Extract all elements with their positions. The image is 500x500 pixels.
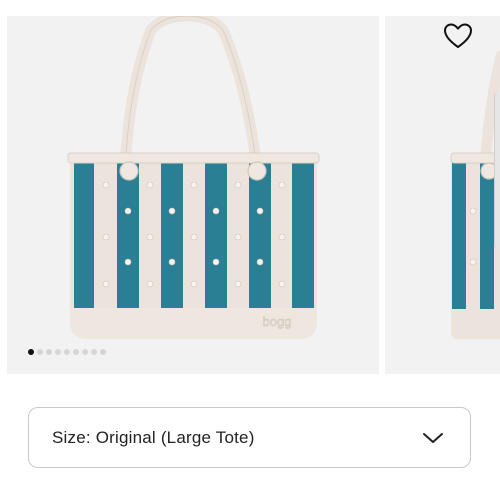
carousel-dot[interactable] (100, 349, 106, 355)
favorite-heart-icon[interactable] (442, 20, 474, 52)
carousel-dot[interactable] (73, 349, 79, 355)
product-image-main[interactable]: bogg (7, 16, 379, 374)
chevron-down-icon (423, 433, 443, 443)
product-image-carousel[interactable]: bogg (0, 0, 500, 375)
carousel-dot[interactable] (91, 349, 97, 355)
product-image-next[interactable] (385, 16, 500, 374)
side-scroll-handle[interactable] (494, 92, 500, 248)
svg-text:bogg: bogg (263, 314, 292, 329)
carousel-dot[interactable] (28, 349, 34, 355)
carousel-dot[interactable] (82, 349, 88, 355)
carousel-dot[interactable] (37, 349, 43, 355)
carousel-pagination (28, 349, 106, 357)
size-select-dropdown[interactable]: Size: Original (Large Tote) (28, 407, 471, 468)
carousel-dot[interactable] (55, 349, 61, 355)
carousel-dot[interactable] (64, 349, 70, 355)
carousel-dot[interactable] (46, 349, 52, 355)
tote-bag-image: bogg (67, 16, 320, 339)
tote-bag-image-partial (450, 50, 500, 339)
size-select-label: Size: Original (Large Tote) (52, 428, 255, 447)
